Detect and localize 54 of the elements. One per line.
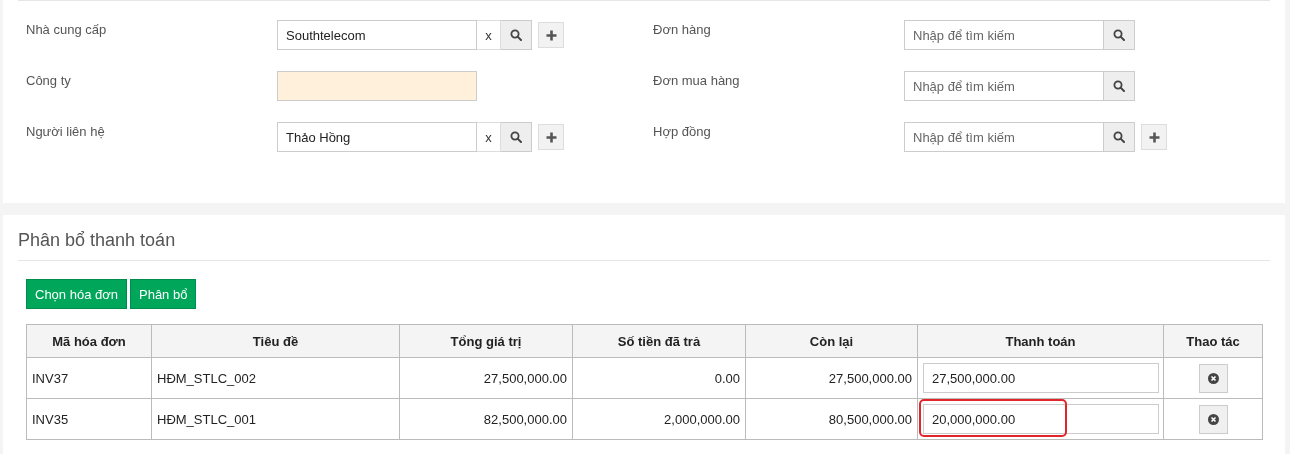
column-header: Thanh toán [917,324,1164,358]
close-circle-icon [1207,372,1219,384]
add-button[interactable] [538,124,564,150]
lookup-field[interactable]: Thảo Hồng [277,122,477,152]
clear-button[interactable]: x [477,122,501,152]
search-icon [1113,80,1125,92]
column-header: Tổng giá trị [399,324,573,358]
search-button[interactable] [501,20,532,50]
table-cell: HĐM_STLC_002 [151,357,400,399]
column-header: Thao tác [1163,324,1263,358]
field-label: Đơn hàng [653,21,712,39]
table-cell: HĐM_STLC_001 [151,398,400,440]
remove-button[interactable] [1198,363,1228,393]
field-label: Đơn mua hàng [653,72,741,90]
search-icon [1113,131,1125,143]
payment-field[interactable]: 20,000,000.00 [923,404,1159,434]
search-icon [510,131,522,143]
table-cell: 2,000,000.00 [572,398,746,440]
table-cell: INV35 [26,398,152,440]
payment-field[interactable]: 27,500,000.00 [923,363,1159,393]
column-header: Số tiền đã trả [572,324,746,358]
column-header: Mã hóa đơn [26,324,152,358]
table-cell: INV37 [26,357,152,399]
table-cell: 27,500,000.00 [745,357,918,399]
close-circle-icon [1207,413,1219,425]
column-header: Tiêu đề [151,324,400,358]
plus-icon [545,29,557,41]
search-button[interactable] [501,122,532,152]
column-header: Còn lại [745,324,918,358]
table-cell: 82,500,000.00 [399,398,573,440]
field-label: Nhà cung cấp [26,21,108,39]
search-button[interactable] [1104,122,1135,152]
search-button[interactable] [1104,71,1135,101]
table-cell: 0.00 [572,357,746,399]
table-cell: 27,500,000.00 [399,357,573,399]
lookup-field[interactable]: Southtelecom [277,20,477,50]
section-title: Phân bổ thanh toán [18,229,177,252]
company-field[interactable] [277,71,477,101]
field-label: Công ty [26,72,72,90]
table-cell: 80,500,000.00 [745,398,918,440]
lookup-field[interactable]: Nhập để tìm kiếm [904,122,1104,152]
add-button[interactable] [1141,124,1167,150]
lookup-field[interactable]: Nhập để tìm kiếm [904,71,1104,101]
search-icon [1113,29,1125,41]
search-icon [510,29,522,41]
clear-button[interactable]: x [477,20,501,50]
add-button[interactable] [538,22,564,48]
field-label: Người liên hệ [26,123,106,141]
search-button[interactable] [1104,20,1135,50]
field-label: Hợp đồng [653,123,712,141]
lookup-field[interactable]: Nhập để tìm kiếm [904,20,1104,50]
remove-button[interactable] [1198,404,1228,434]
plus-icon [545,131,557,143]
plus-icon [1148,131,1160,143]
